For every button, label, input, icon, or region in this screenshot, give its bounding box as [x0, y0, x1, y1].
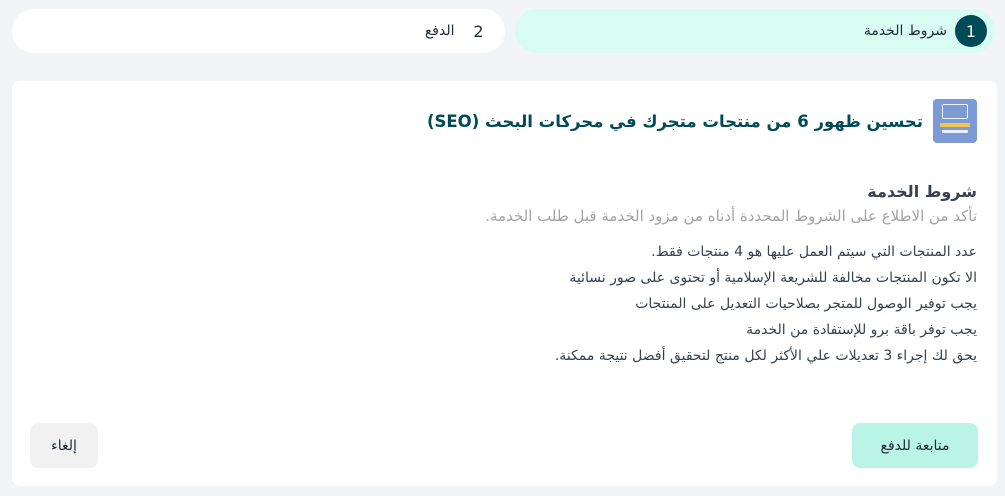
continue-to-payment-button[interactable]: متابعة للدفع [852, 423, 978, 468]
terms-item: يجب توفير الوصول للمتجر بصلاحيات التعديل… [635, 296, 977, 312]
terms-section: شروط الخدمة تأكد من الاطلاع على الشروط ا… [32, 182, 977, 369]
terms-list: عدد المنتجات التي سيتم العمل عليها هو 4 … [32, 239, 977, 369]
seo-service-thumbnail [933, 99, 977, 143]
thumbnail-banner [940, 123, 970, 127]
thumbnail-caption [942, 130, 968, 133]
terms-subtitle: تأكد من الاطلاع على الشروط المحددة أدناه… [485, 207, 977, 225]
terms-heading: شروط الخدمة [867, 182, 977, 201]
product-header: تحسين ظهور 6 من منتجات متجرك في محركات ا… [427, 99, 977, 143]
terms-item: يحق لك إجراء 3 تعديلات علي الأكثر لكل من… [554, 348, 977, 364]
product-title: تحسين ظهور 6 من منتجات متجرك في محركات ا… [426, 111, 923, 131]
terms-item: الا تكون المنتجات مخالفة للشريعة الإسلام… [569, 270, 977, 286]
step-number: 2 [473, 21, 484, 41]
step-payment[interactable]: 2 الدفع [12, 9, 505, 53]
browser-window-icon [942, 104, 968, 119]
terms-item: يجب توفر باقة برو للإستفادة من الخدمة [746, 322, 977, 338]
cancel-button[interactable]: إلغاء [30, 423, 98, 468]
stepper: 1 شروط الخدمة 2 الدفع [12, 9, 995, 53]
step-number-badge: 1 [955, 15, 987, 47]
terms-item: عدد المنتجات التي سيتم العمل عليها هو 4 … [651, 244, 977, 260]
service-terms-card: تحسين ظهور 6 من منتجات متجرك في محركات ا… [12, 81, 997, 486]
step-terms[interactable]: 1 شروط الخدمة [514, 9, 995, 53]
step-label: شروط الخدمة [863, 23, 947, 39]
step-label: الدفع [424, 23, 455, 39]
